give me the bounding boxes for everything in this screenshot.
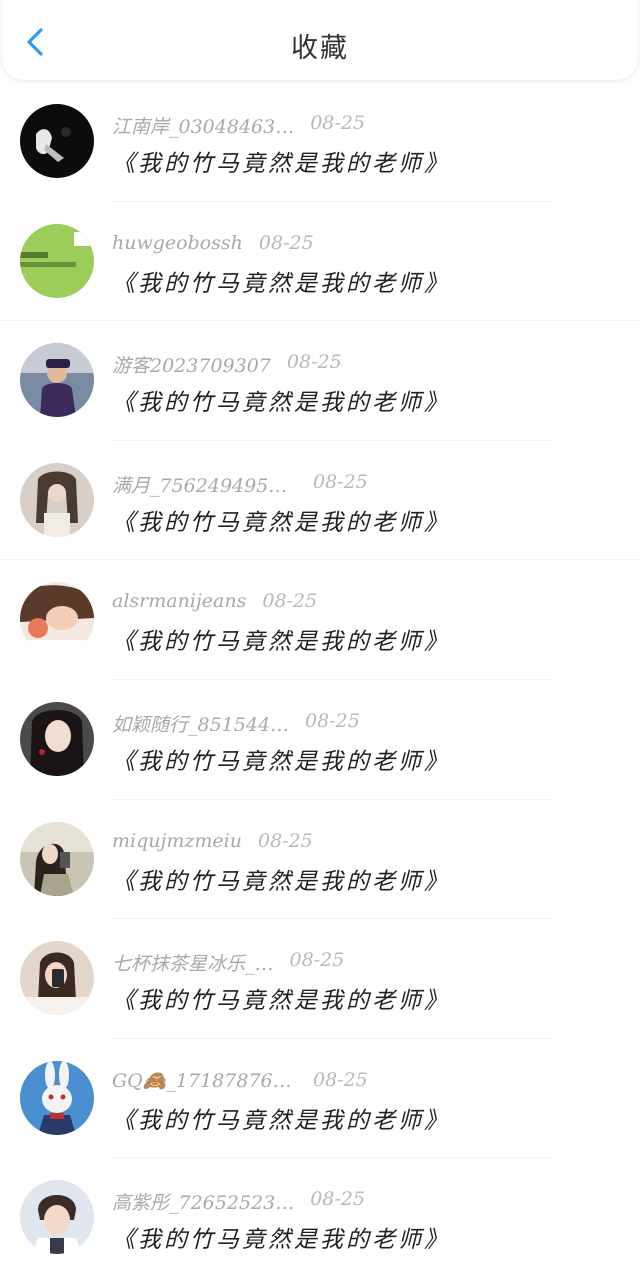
page-title: 收藏 bbox=[291, 33, 349, 64]
avatar[interactable] bbox=[20, 104, 94, 178]
item-meta: 如颖随行_851544… 08-25 bbox=[112, 710, 360, 736]
date: 08-25 bbox=[286, 351, 342, 374]
list-item[interactable]: 如颖随行_851544… 08-25 《我的竹马竟然是我的老师》 bbox=[0, 680, 640, 800]
list-item[interactable]: alsrmanijeans 08-25 《我的竹马竟然是我的老师》 bbox=[0, 560, 640, 680]
avatar[interactable] bbox=[20, 701, 94, 776]
username[interactable]: miqujmzmeiu bbox=[112, 830, 242, 852]
item-meta: alsrmanijeans 08-25 bbox=[112, 590, 317, 616]
avatar[interactable] bbox=[20, 343, 94, 418]
avatar[interactable] bbox=[20, 821, 94, 896]
item-meta: 七杯抹茶星冰乐_… 08-25 bbox=[112, 949, 344, 975]
date: 08-25 bbox=[258, 231, 314, 254]
list-item[interactable]: 七杯抹茶星冰乐_… 08-25 《我的竹马竟然是我的老师》 bbox=[0, 919, 640, 1039]
avatar[interactable] bbox=[20, 941, 94, 1016]
book-title[interactable]: 《我的竹马竟然是我的老师》 bbox=[112, 862, 450, 896]
username[interactable]: 游客2023709307 bbox=[112, 351, 271, 378]
item-meta: 江南岸_03048463… 08-25 bbox=[112, 112, 365, 138]
date: 08-25 bbox=[258, 829, 313, 852]
book-title[interactable]: 《我的竹马竟然是我的老师》 bbox=[112, 1220, 450, 1254]
top-nav-bar: 收藏 bbox=[2, 0, 638, 80]
book-title[interactable]: 《我的竹马竟然是我的老师》 bbox=[112, 144, 450, 178]
username[interactable]: huwgeobossh bbox=[112, 232, 243, 254]
book-title[interactable]: 《我的竹马竟然是我的老师》 bbox=[112, 264, 450, 298]
date: 08-25 bbox=[262, 590, 318, 613]
date: 08-25 bbox=[313, 470, 368, 493]
username[interactable]: 七杯抹茶星冰乐_… bbox=[112, 949, 274, 976]
username[interactable]: alsrmanijeans bbox=[112, 590, 246, 612]
username[interactable]: 满月_75624949531… bbox=[112, 471, 297, 498]
item-meta: 满月_75624949531… 08-25 bbox=[112, 471, 368, 497]
book-title[interactable]: 《我的竹马竟然是我的老师》 bbox=[112, 742, 450, 776]
username[interactable]: 高紫彤_72652523… bbox=[112, 1188, 294, 1215]
list-item[interactable]: 游客2023709307 08-25 《我的竹马竟然是我的老师》 bbox=[0, 321, 640, 441]
book-title[interactable]: 《我的竹马竟然是我的老师》 bbox=[112, 503, 450, 537]
item-meta: GQ🙈_17187876875… 08-25 bbox=[112, 1069, 368, 1095]
date: 08-25 bbox=[310, 112, 365, 134]
list-item[interactable]: 江南岸_03048463… 08-25 《我的竹马竟然是我的老师》 bbox=[0, 82, 640, 202]
favorites-list: 江南岸_03048463… 08-25 《我的竹马竟然是我的老师》 huwgeob… bbox=[0, 82, 640, 1278]
avatar[interactable] bbox=[20, 1180, 94, 1255]
avatar[interactable] bbox=[20, 462, 94, 537]
list-item[interactable]: 高紫彤_72652523… 08-25 《我的竹马竟然是我的老师》 bbox=[0, 1158, 640, 1278]
list-item[interactable]: miqujmzmeiu 08-25 《我的竹马竟然是我的老师》 bbox=[0, 800, 640, 920]
book-title[interactable]: 《我的竹马竟然是我的老师》 bbox=[112, 981, 450, 1015]
username[interactable]: GQ🙈_17187876875… bbox=[112, 1069, 297, 1092]
book-title[interactable]: 《我的竹马竟然是我的老师》 bbox=[112, 383, 450, 417]
item-meta: 游客2023709307 08-25 bbox=[112, 351, 342, 377]
item-meta: miqujmzmeiu 08-25 bbox=[112, 830, 313, 856]
list-item[interactable]: GQ🙈_17187876875… 08-25 《我的竹马竟然是我的老师》 bbox=[0, 1039, 640, 1159]
item-meta: huwgeobossh 08-25 bbox=[112, 232, 314, 258]
book-title[interactable]: 《我的竹马竟然是我的老师》 bbox=[112, 1101, 450, 1135]
avatar[interactable] bbox=[20, 1060, 94, 1135]
list-item[interactable]: 满月_75624949531… 08-25 《我的竹马竟然是我的老师》 bbox=[0, 441, 640, 561]
book-title[interactable]: 《我的竹马竟然是我的老师》 bbox=[112, 622, 450, 656]
date: 08-25 bbox=[289, 949, 345, 972]
username[interactable]: 如颖随行_851544… bbox=[112, 710, 289, 737]
date: 08-25 bbox=[305, 709, 360, 732]
avatar[interactable] bbox=[20, 582, 94, 657]
date: 08-25 bbox=[310, 1188, 365, 1211]
item-meta: 高紫彤_72652523… 08-25 bbox=[112, 1188, 365, 1214]
list-item[interactable]: huwgeobossh 08-25 《我的竹马竟然是我的老师》 bbox=[0, 202, 640, 322]
date: 08-25 bbox=[313, 1068, 368, 1091]
avatar[interactable] bbox=[20, 223, 94, 298]
username[interactable]: 江南岸_03048463… bbox=[112, 112, 294, 139]
